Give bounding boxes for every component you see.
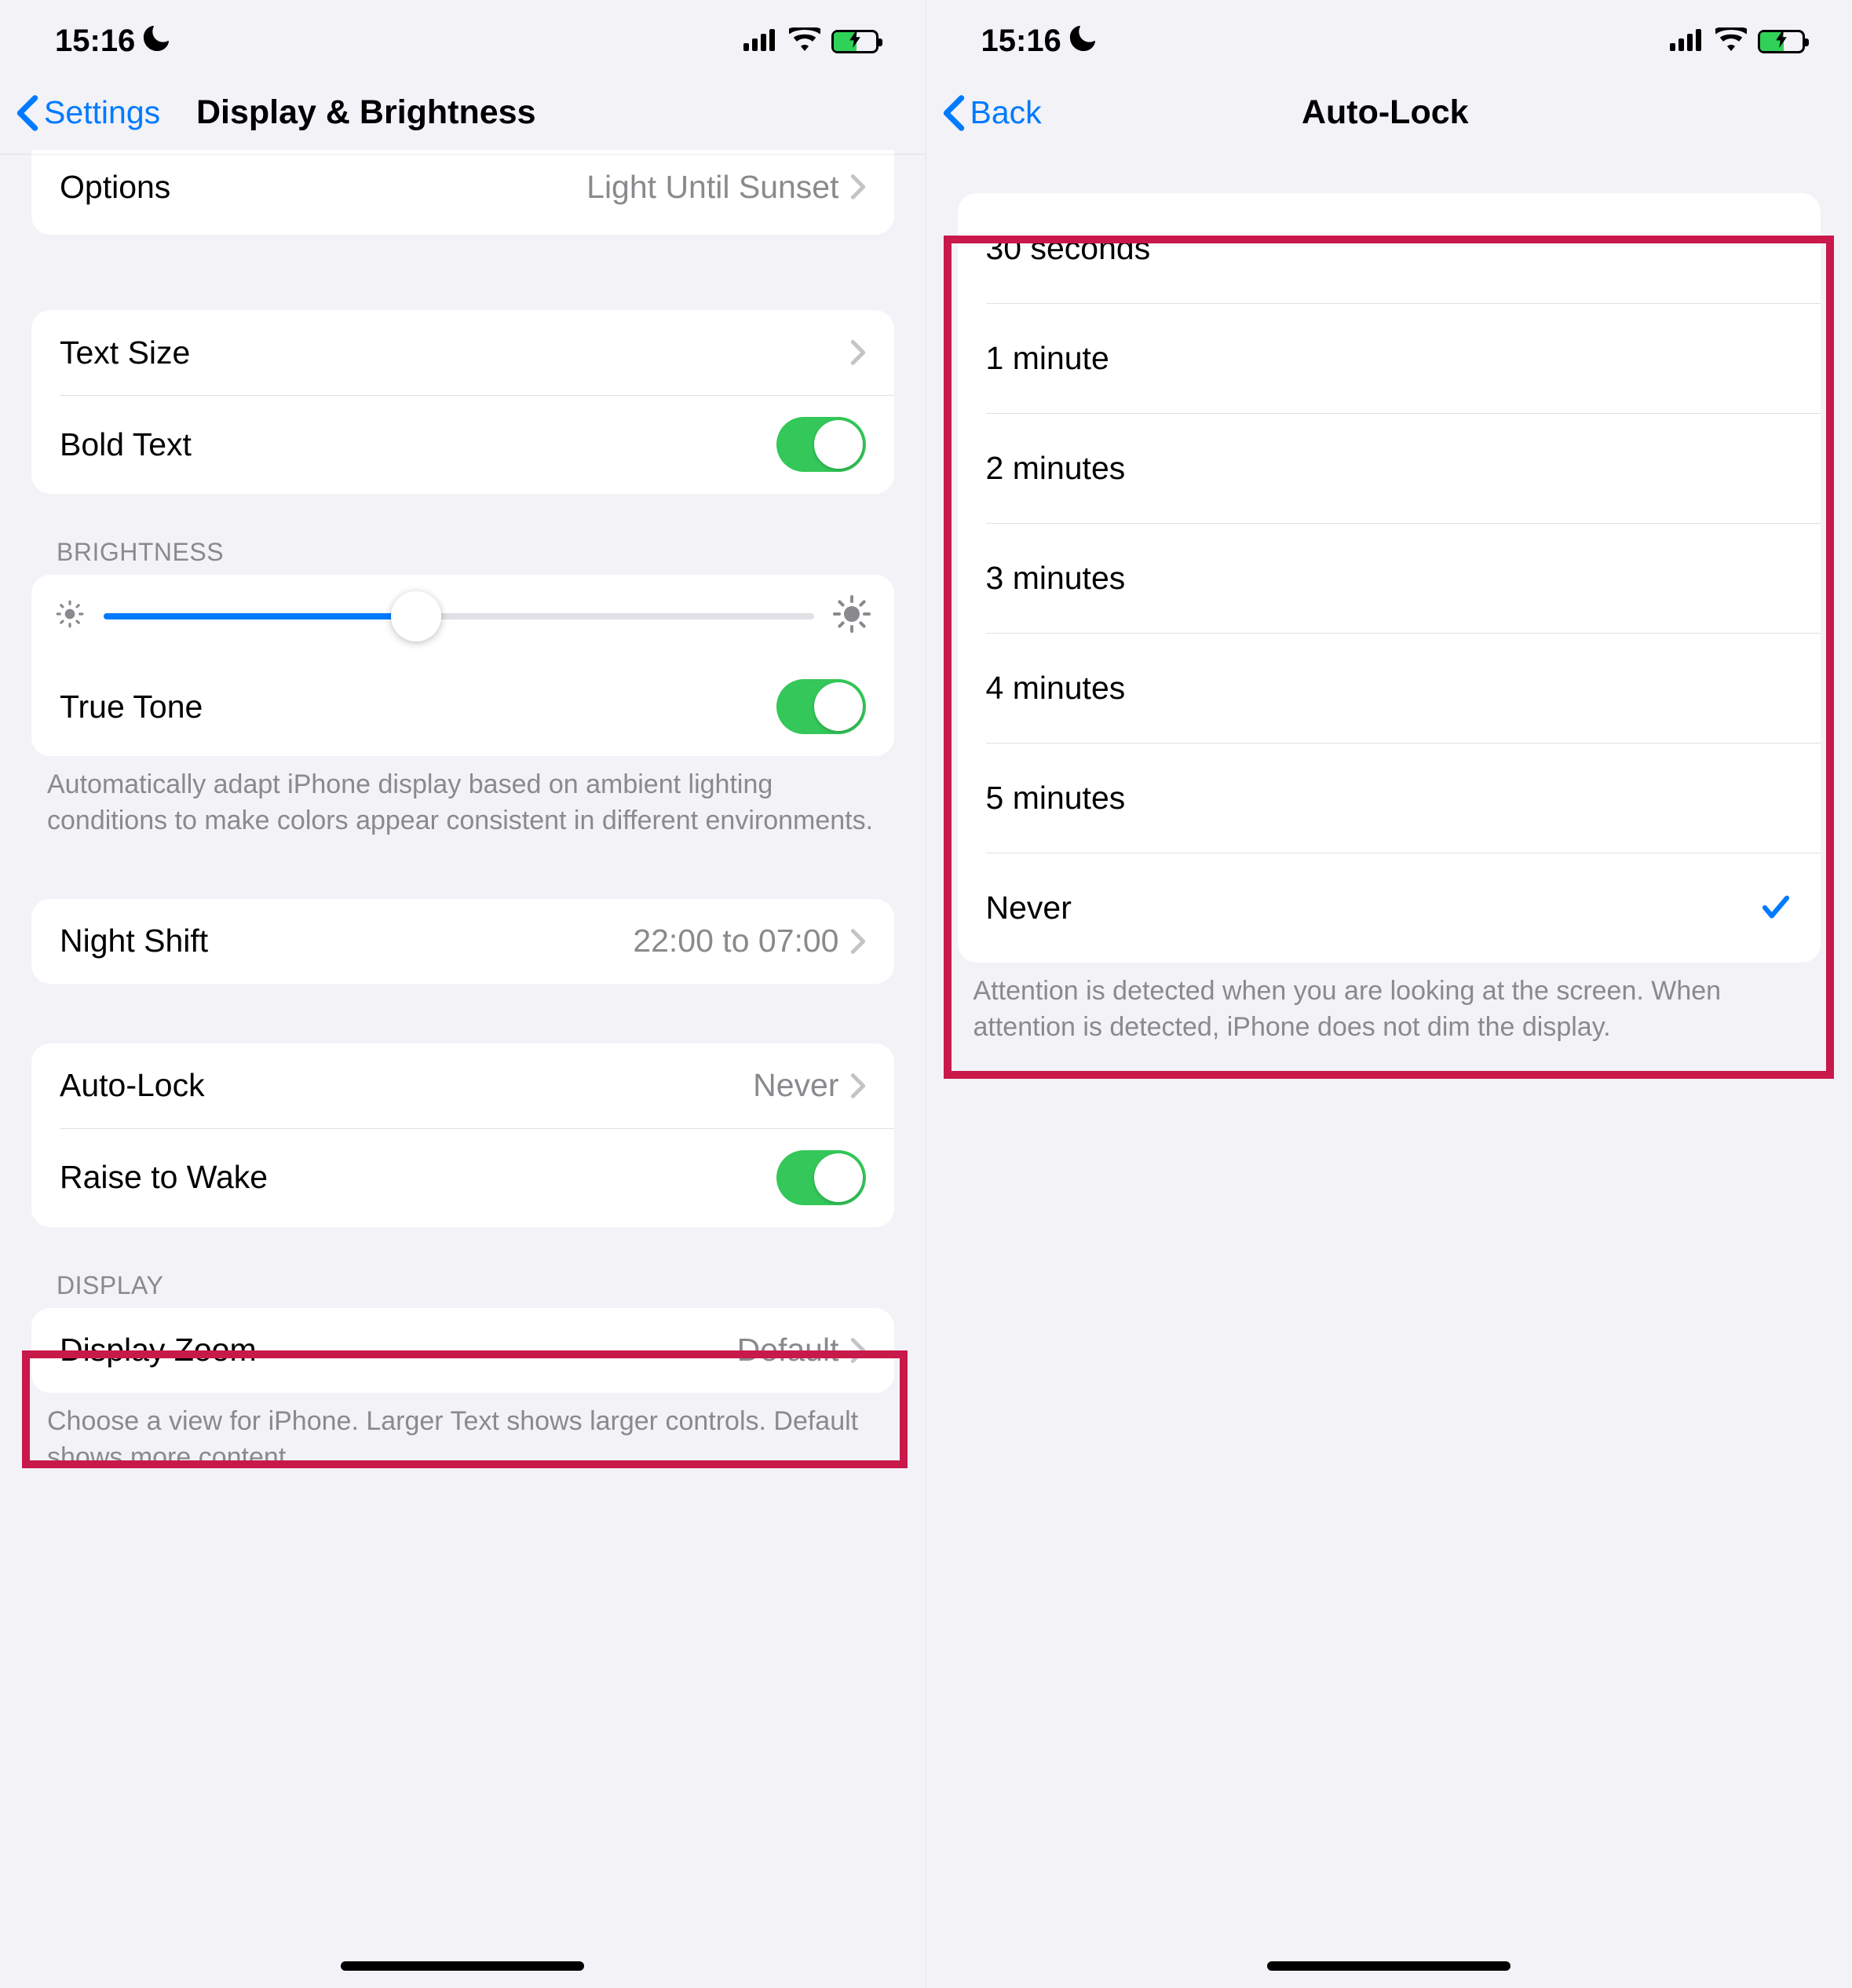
brightness-group: True Tone [31,575,894,756]
auto-lock-option-row[interactable]: Never [958,853,1821,963]
auto-lock-options-group: 30 seconds 1 minute 2 minutes 3 minutes 4 mi… [958,193,1821,963]
checkmark-icon [1759,891,1792,924]
chevron-right-icon [850,339,866,366]
status-time: 15:16 [55,24,135,59]
brightness-thumb[interactable] [391,591,441,641]
option-label: Never [986,890,1760,926]
status-left: 15:16 [55,24,171,59]
auto-lock-option-row[interactable]: 5 minutes [958,743,1821,853]
status-time: 15:16 [981,24,1061,59]
lock-group: Auto-Lock Never Raise to Wake [31,1043,894,1227]
option-label: 30 seconds [986,230,1793,267]
status-bar: 15:16 [0,0,926,75]
phone-auto-lock: 15:16 [926,0,1852,1988]
wifi-icon [1715,24,1747,59]
wifi-icon [789,24,820,59]
true-tone-toggle[interactable] [776,679,866,734]
sun-min-icon [55,599,85,633]
options-row[interactable]: Options Light Until Sunset [31,150,894,235]
chevron-right-icon [850,928,866,955]
night-shift-group: Night Shift 22:00 to 07:00 [31,899,894,984]
true-tone-row: True Tone [31,657,894,756]
text-size-row[interactable]: Text Size [31,310,894,395]
auto-lock-row[interactable]: Auto-Lock Never [31,1043,894,1128]
charging-bolt-icon [1776,31,1787,53]
status-bar: 15:16 [926,0,1852,75]
back-button[interactable]: Settings [16,94,160,132]
display-header: DISPLAY [57,1271,869,1300]
option-label: 2 minutes [986,450,1793,487]
raise-to-wake-toggle[interactable] [776,1150,866,1205]
auto-lock-option-row[interactable]: 4 minutes [958,633,1821,743]
option-label: 4 minutes [986,670,1793,707]
brightness-fill [104,613,416,619]
nav-bar: Back Auto-Lock [926,75,1852,154]
sun-max-icon [833,595,871,637]
back-label: Settings [44,94,160,131]
auto-lock-option-row[interactable]: 1 minute [958,303,1821,413]
back-button[interactable]: Back [942,94,1042,132]
auto-lock-value: Never [753,1067,838,1104]
night-shift-label: Night Shift [60,923,633,959]
appearance-group: Options Light Until Sunset [31,150,894,235]
display-zoom-group: Display Zoom Default [31,1308,894,1393]
display-zoom-value: Default [737,1332,839,1369]
home-indicator[interactable] [341,1961,584,1971]
home-indicator[interactable] [1267,1961,1510,1971]
chevron-left-icon [942,94,966,132]
chevron-right-icon [850,1337,866,1364]
auto-lock-option-row[interactable]: 30 seconds [958,193,1821,303]
text-size-label: Text Size [60,334,850,371]
chevron-left-icon [16,94,39,132]
display-zoom-row[interactable]: Display Zoom Default [31,1308,894,1393]
true-tone-label: True Tone [60,689,776,725]
brightness-header: BRIGHTNESS [57,538,869,567]
auto-lock-footer: Attention is detected when you are looki… [973,974,1806,1046]
text-group: Text Size Bold Text [31,310,894,494]
chevron-right-icon [850,1073,866,1099]
do-not-disturb-icon [1069,25,1098,60]
options-label: Options [60,169,586,206]
status-right [1670,24,1805,59]
true-tone-footer: Automatically adapt iPhone display based… [47,767,879,839]
phone-display-brightness: 15:16 [0,0,926,1988]
battery-icon [1758,30,1805,53]
option-label: 5 minutes [986,780,1793,817]
option-label: 1 minute [986,340,1793,377]
auto-lock-label: Auto-Lock [60,1067,753,1104]
display-zoom-footer: Choose a view for iPhone. Larger Text sh… [47,1404,879,1476]
chevron-right-icon [850,174,866,200]
nav-bar: Settings Display & Brightness [0,75,926,155]
status-left: 15:16 [981,24,1098,59]
charging-bolt-icon [849,31,860,53]
auto-lock-option-row[interactable]: 3 minutes [958,523,1821,633]
brightness-slider-row [31,575,894,657]
display-zoom-label: Display Zoom [60,1332,737,1369]
bold-text-row: Bold Text [31,395,894,494]
cellular-signal-icon [743,24,778,59]
night-shift-row[interactable]: Night Shift 22:00 to 07:00 [31,899,894,984]
page-title: Auto-Lock [942,93,1829,132]
status-right [743,24,879,59]
brightness-slider[interactable] [104,613,814,619]
bold-text-label: Bold Text [60,426,776,463]
options-value: Light Until Sunset [586,169,838,206]
option-label: 3 minutes [986,560,1793,597]
battery-icon [831,30,879,53]
auto-lock-option-row[interactable]: 2 minutes [958,413,1821,523]
back-label: Back [970,94,1042,131]
cellular-signal-icon [1670,24,1704,59]
raise-to-wake-row: Raise to Wake [31,1128,894,1227]
raise-to-wake-label: Raise to Wake [60,1159,776,1196]
page-title: Display & Brightness [196,93,536,132]
night-shift-value: 22:00 to 07:00 [633,923,838,959]
bold-text-toggle[interactable] [776,417,866,472]
do-not-disturb-icon [143,25,171,60]
